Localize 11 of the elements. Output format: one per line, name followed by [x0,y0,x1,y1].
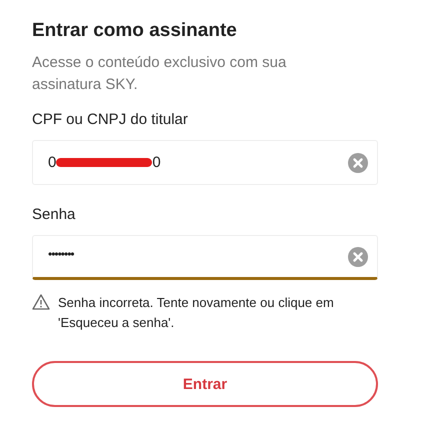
input-field[interactable]: •••••••• [32,235,378,280]
field-label: CPF ou CNPJ do titular [32,110,189,130]
form-subtitle: Acesse o conteúdo exclusivo com sua assinatura SKY. [32,53,288,95]
clear-icon[interactable] [348,152,368,172]
field-label: Senha [32,205,76,225]
input-field[interactable]: 0 0 [32,140,378,185]
form-title: Entrar como assinante [32,19,238,43]
warning-icon [32,294,50,310]
submit-button[interactable]: Entrar [32,361,378,407]
clear-icon[interactable] [348,246,368,266]
error-message: Senha incorreta. Tente novamente ou clique em 'Esqueceu a senha'. [58,294,335,332]
